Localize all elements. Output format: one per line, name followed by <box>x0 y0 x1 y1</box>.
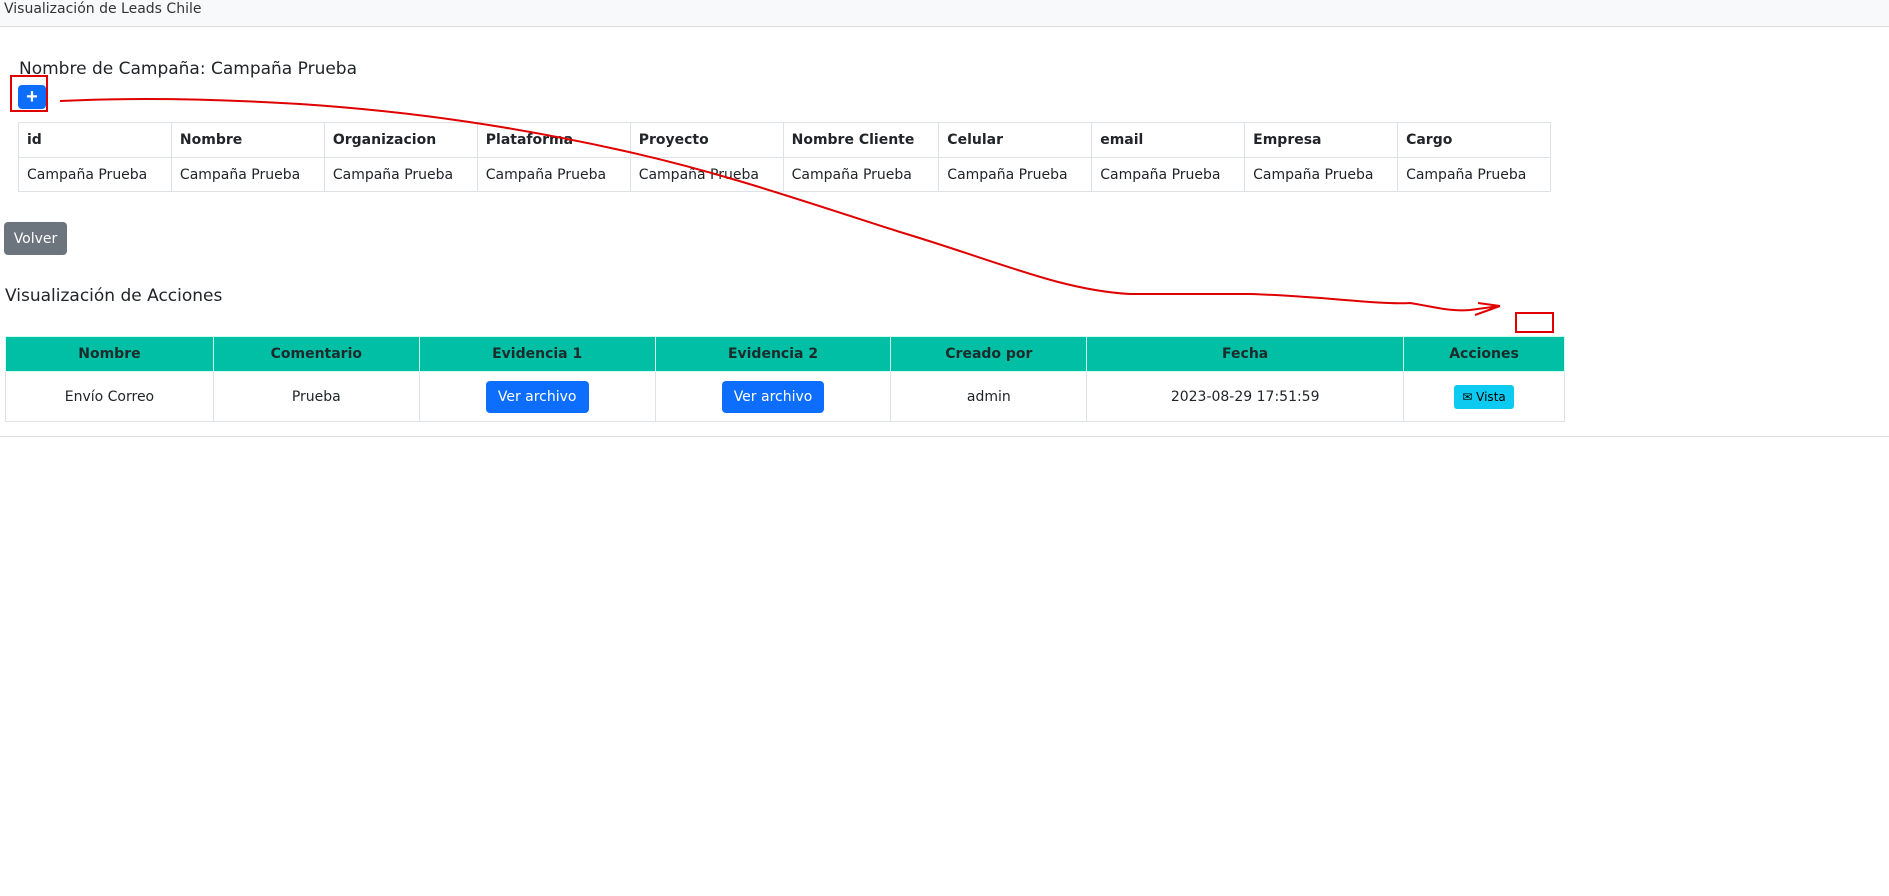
column-header: Celular <box>938 122 1093 158</box>
column-header: Fecha <box>1086 336 1405 372</box>
creado-por-cell: admin <box>890 371 1088 422</box>
table-cell: Campaña Prueba <box>629 157 784 192</box>
table-cell: Campaña Prueba <box>938 157 1093 192</box>
evidencia2-cell: Ver archivo <box>654 371 892 422</box>
table-row: Envío Correo Prueba Ver archivo Ver arch… <box>5 371 1565 422</box>
ver-archivo-1-button[interactable]: Ver archivo <box>485 380 589 413</box>
volver-button[interactable]: Volver <box>4 222 67 255</box>
comentario-cell: Prueba <box>212 371 420 422</box>
column-header: Creado por <box>890 336 1088 372</box>
envelope-icon: ✉ <box>1462 389 1473 404</box>
annotation-box-target <box>1515 312 1554 333</box>
actions-heading: Visualización de Acciones <box>5 286 223 306</box>
divider <box>0 436 1889 437</box>
vista-label: Vista <box>1476 389 1506 404</box>
table-header-row: Nombre Comentario Evidencia 1 Evidencia … <box>5 336 1565 372</box>
column-header: Acciones <box>1403 336 1565 372</box>
fecha-cell: 2023-08-29 17:51:59 <box>1086 371 1405 422</box>
add-button[interactable]: + <box>18 85 46 109</box>
column-header: Nombre <box>5 336 214 372</box>
navbar-title[interactable]: Visualización de Leads Chile <box>4 1 201 17</box>
column-header: id <box>18 122 172 158</box>
table-cell: Campaña Prueba <box>1244 157 1399 192</box>
table-cell: Campaña Prueba <box>782 157 940 192</box>
table-row: Campaña Prueba Campaña Prueba Campaña Pr… <box>18 157 1551 192</box>
table-cell: Campaña Prueba <box>323 157 478 192</box>
table-cell: Campaña Prueba <box>18 157 172 192</box>
column-header: Comentario <box>212 336 420 372</box>
nombre-cell: Envío Correo <box>5 371 214 422</box>
ver-archivo-2-button[interactable]: Ver archivo <box>721 380 825 413</box>
vista-button[interactable]: ✉ Vista <box>1454 384 1514 409</box>
campaign-heading: Nombre de Campaña: Campaña Prueba <box>19 59 358 79</box>
column-header: Cargo <box>1397 122 1551 158</box>
acciones-cell: ✉ Vista <box>1403 371 1565 422</box>
plus-icon: + <box>26 86 38 108</box>
table-cell: Campaña Prueba <box>1091 157 1246 192</box>
column-header: Evidencia 1 <box>418 336 656 372</box>
navbar: Visualización de Leads Chile <box>0 0 1889 27</box>
column-header: Plataforma <box>476 122 631 158</box>
column-header: Nombre <box>170 122 325 158</box>
campaign-table: id Nombre Organizacion Plataforma Proyec… <box>18 122 1551 192</box>
column-header: Proyecto <box>629 122 784 158</box>
table-cell: Campaña Prueba <box>170 157 325 192</box>
column-header: Evidencia 2 <box>654 336 892 372</box>
column-header: Nombre Cliente <box>782 122 940 158</box>
column-header: Empresa <box>1244 122 1399 158</box>
actions-table: Nombre Comentario Evidencia 1 Evidencia … <box>5 336 1565 422</box>
column-header: Organizacion <box>323 122 478 158</box>
table-header-row: id Nombre Organizacion Plataforma Proyec… <box>18 122 1551 158</box>
table-cell: Campaña Prueba <box>476 157 631 192</box>
table-cell: Campaña Prueba <box>1397 157 1551 192</box>
column-header: email <box>1091 122 1246 158</box>
evidencia1-cell: Ver archivo <box>418 371 656 422</box>
